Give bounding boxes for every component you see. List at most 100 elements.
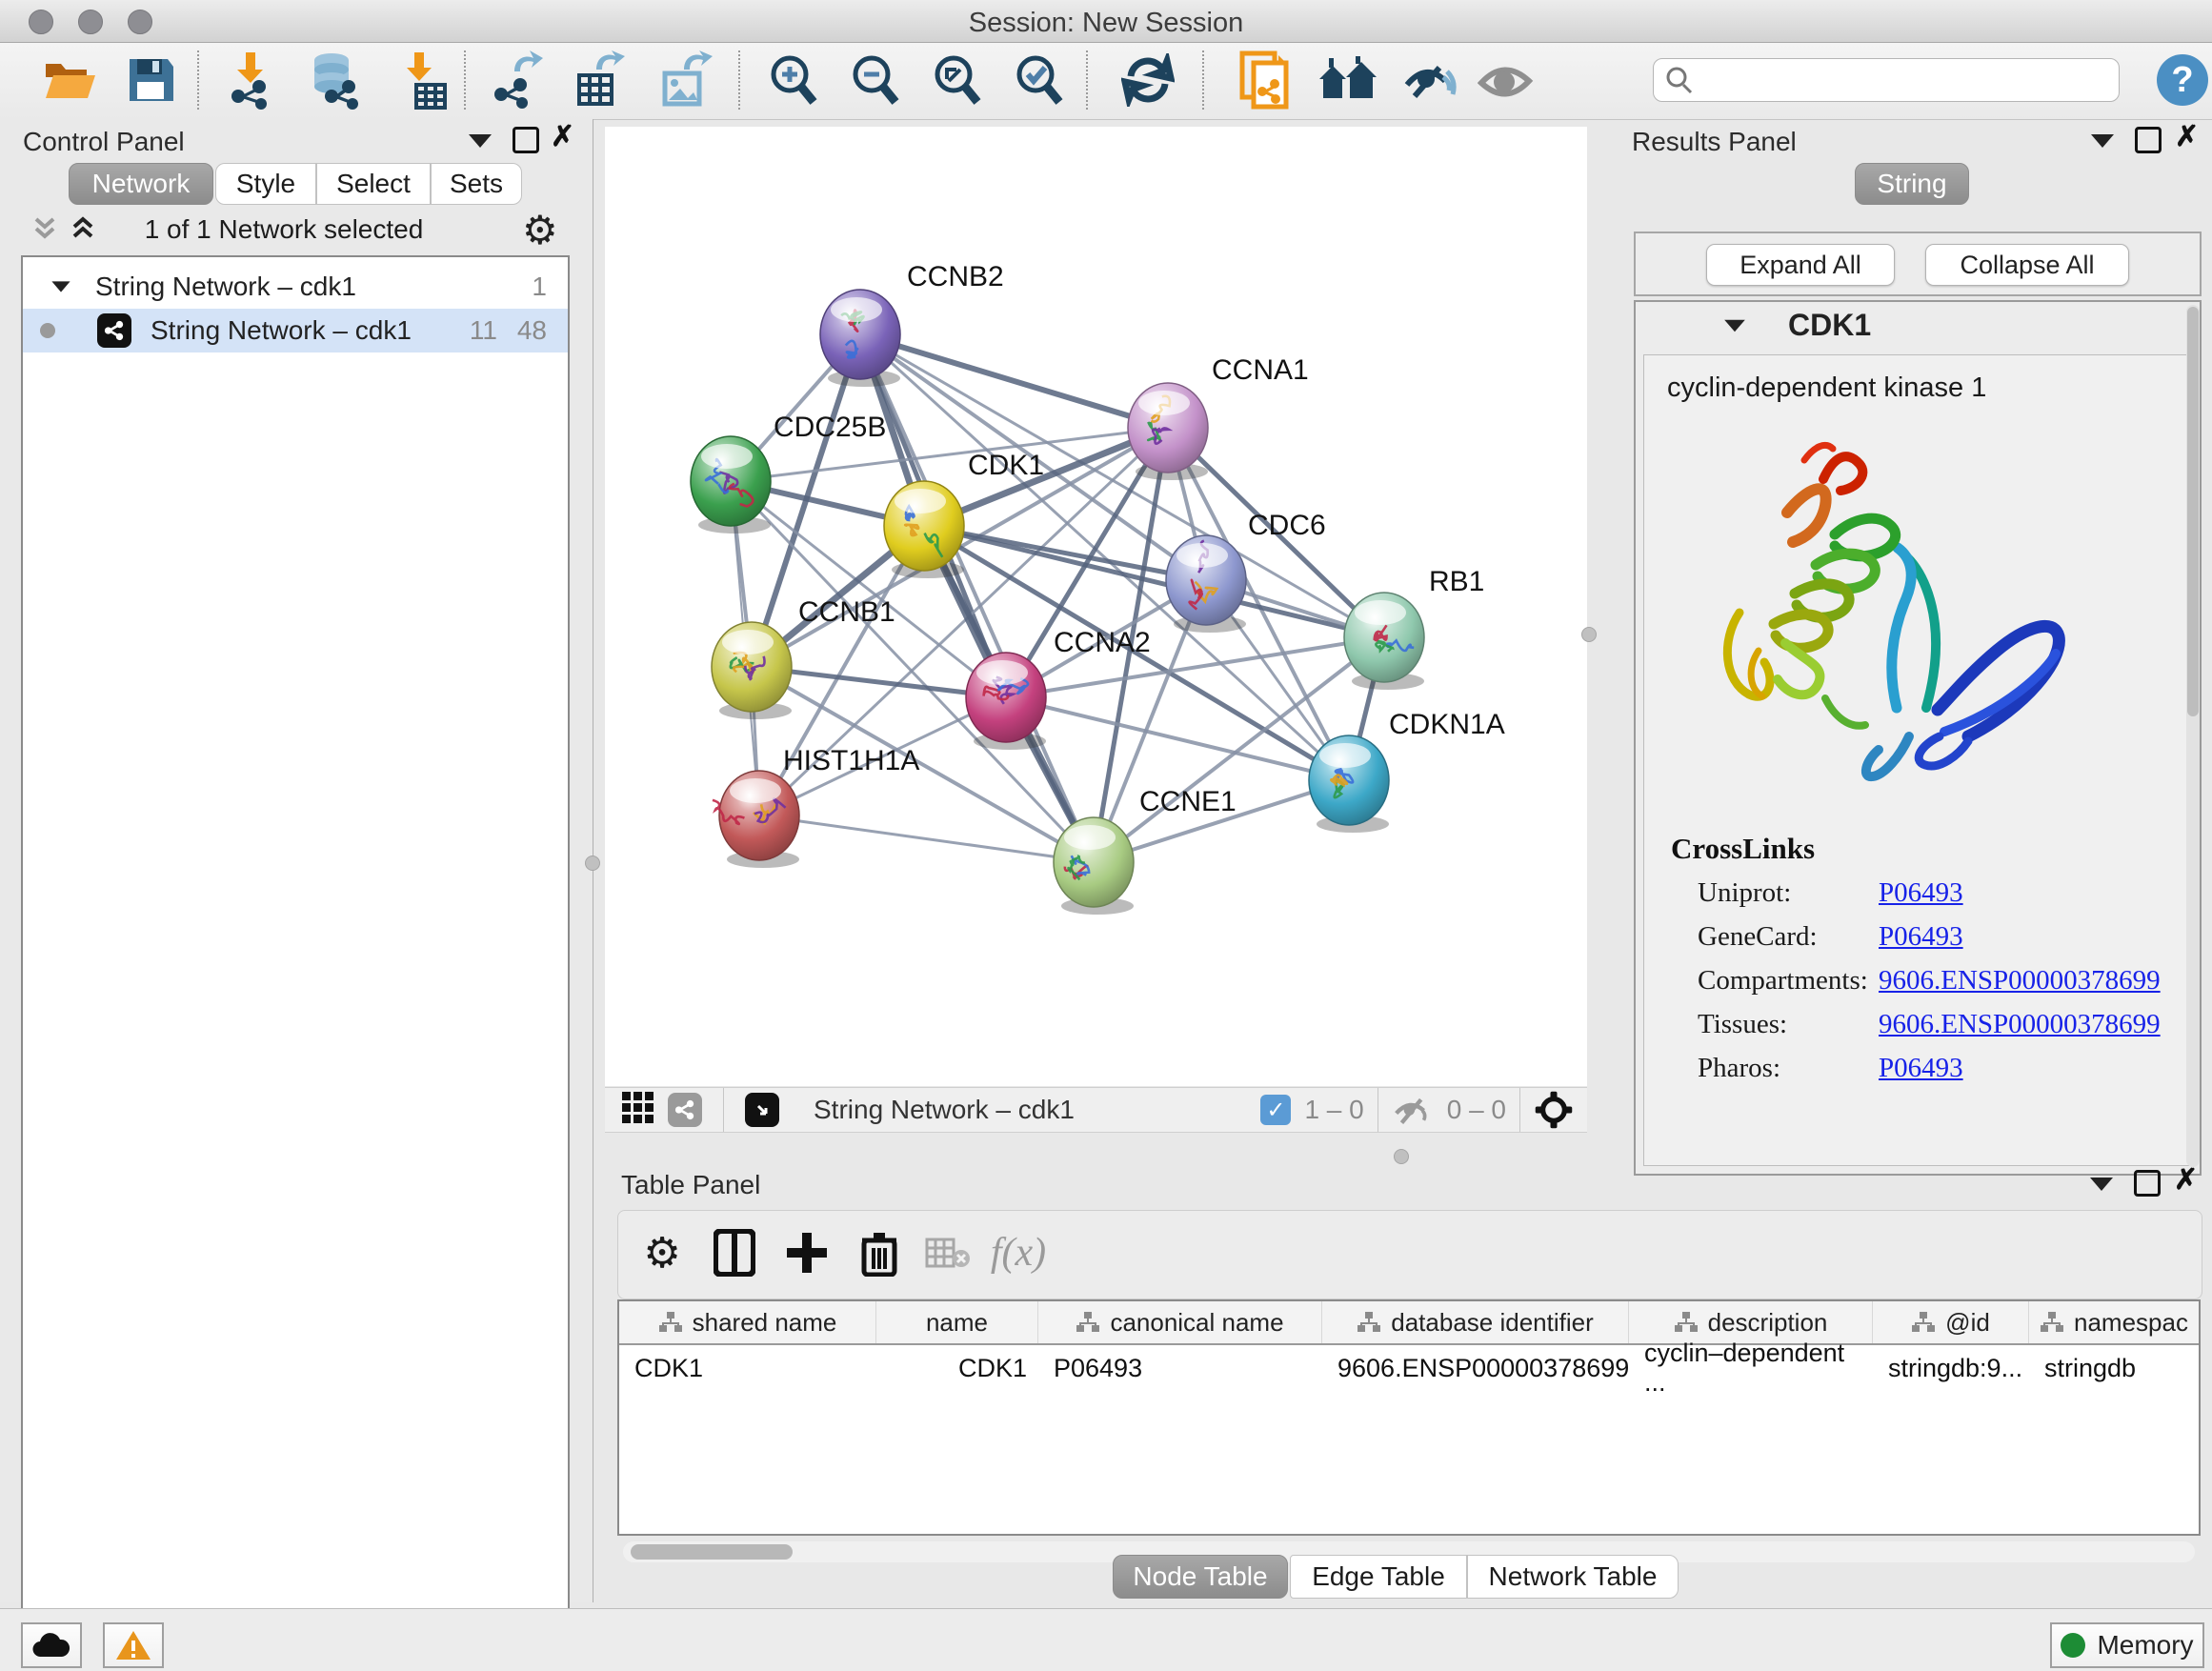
cloud-status-button[interactable] [21,1622,82,1668]
tab-string[interactable]: String [1855,163,1969,205]
crosslink-label: Uniprot: [1698,877,1879,921]
tab-edge-table[interactable]: Edge Table [1290,1555,1467,1599]
network-collection-row[interactable]: String Network – cdk1 1 [23,265,568,309]
network-tree: String Network – cdk1 1 String Network –… [21,255,570,1671]
crosslink-value-link[interactable]: 9606.ENSP00000378699 [1879,1009,2161,1053]
column-header: name [876,1301,1038,1343]
gene-card-body: cyclin-dependent kinase 1 [1643,354,2190,1166]
node-CDC6[interactable]: CDC6 [1166,510,1326,633]
table-row[interactable]: CDK1 CDK1 P06493 9606.ENSP00000378699 cy… [619,1345,2199,1391]
tab-network-table[interactable]: Network Table [1467,1555,1679,1599]
search-input[interactable] [1694,65,2098,96]
warning-icon [115,1629,151,1661]
network-view-toolbar: String Network – cdk1 ✓ 1 – 0 0 – 0 [605,1087,1587,1133]
selected-nodes-checkbox-icon[interactable]: ✓ [1260,1095,1291,1125]
edge-CCNB2-CCNE1[interactable] [860,334,1094,862]
delete-table-icon[interactable] [919,1224,976,1281]
table-options-gear-icon[interactable]: ⚙ [633,1224,691,1281]
results-scrollbar[interactable] [2186,305,2200,1167]
tab-select[interactable]: Select [316,163,431,205]
collapse-all-networks-icon[interactable] [30,216,59,246]
open-in-window-icon[interactable] [745,1093,779,1127]
zoom-fit-icon[interactable] [926,49,989,111]
collapse-all-button[interactable]: Collapse All [1925,244,2129,286]
birds-eye-grid-icon[interactable] [622,1092,654,1129]
import-table-icon[interactable] [391,49,453,111]
warning-status-button[interactable] [103,1622,164,1668]
results-panel: Results Panel ✗ String Expand All Collap… [1615,119,2212,1167]
node-CCNB1[interactable]: CCNB1 [712,596,895,719]
zoom-in-icon[interactable] [762,49,825,111]
node-CCNE1[interactable]: CCNE1 [1054,786,1237,915]
results-panel-menu-icon[interactable] [2091,134,2114,148]
tab-style[interactable]: Style [215,163,316,205]
node-HIST1H1A[interactable]: HIST1H1A [713,745,919,868]
network-view-canvas[interactable]: CCNB2CCNA1CDC25BCDK1CDC6RB1CCNB1CCNA2CDK… [605,127,1587,1086]
edge-HIST1H1A-CCNE1[interactable] [759,815,1094,862]
network-row-label: String Network – cdk1 [151,315,412,346]
network-node-count: 11 [470,315,497,346]
save-session-icon[interactable] [119,49,182,111]
zoom-selected-icon[interactable] [1008,49,1071,111]
network-row-selected[interactable]: String Network – cdk1 11 48 [23,309,568,352]
node-RB1[interactable]: RB1 [1344,566,1484,690]
crosslink-label: Compartments: [1698,965,1879,1009]
control-panel-menu-icon[interactable] [469,134,492,148]
create-column-plus-icon[interactable] [778,1224,835,1281]
bottom-splitter-handle[interactable] [1394,1149,1409,1164]
node-CCNA1[interactable]: CCNA1 [1128,354,1309,480]
node-label-CCNB2: CCNB2 [907,261,1004,292]
import-network-from-database-icon[interactable] [305,49,368,111]
results-panel-float-icon[interactable] [2135,127,2162,153]
hide-unhide-icon[interactable] [1398,49,1461,111]
collection-collapse-icon[interactable] [51,281,70,292]
tab-network[interactable]: Network [69,163,213,205]
crosslink-label: Pharos: [1698,1053,1879,1097]
duplicate-network-icon[interactable] [1234,49,1297,111]
node-CDC25B[interactable]: CDC25B [691,412,886,534]
node-CDKN1A[interactable]: CDKN1A [1309,709,1505,833]
memory-button[interactable]: Memory [2050,1622,2204,1668]
export-network-icon[interactable] [484,49,547,111]
string-network-graph[interactable]: CCNB2CCNA1CDC25BCDK1CDC6RB1CCNB1CCNA2CDK… [605,127,1587,1086]
network-share-icon[interactable] [668,1093,702,1127]
fit-selection-crosshair-icon[interactable] [1534,1090,1574,1130]
import-network-icon[interactable] [219,49,282,111]
home-network-icon[interactable] [1317,49,1379,111]
left-splitter-handle[interactable] [585,856,600,871]
table-panel-menu-icon[interactable] [2090,1178,2113,1191]
delete-column-trash-icon[interactable] [851,1224,908,1281]
crosslink-value-link[interactable]: P06493 [1879,1053,1963,1097]
search-field[interactable] [1653,58,2120,102]
collection-count: 1 [532,272,547,302]
control-panel-close-icon[interactable]: ✗ [551,127,574,148]
node-table[interactable]: shared name name canonical name database… [617,1299,2201,1536]
show-eye-icon[interactable] [1475,49,1538,111]
control-panel-float-icon[interactable] [513,127,539,153]
gene-card-collapse-icon[interactable] [1724,320,1745,332]
tab-sets[interactable]: Sets [431,163,522,205]
edge-CCNB2-CCNA1[interactable] [860,334,1168,428]
expand-all-button[interactable]: Expand All [1706,244,1895,286]
refresh-icon[interactable] [1116,49,1179,111]
crosslink-value-link[interactable]: P06493 [1879,921,1963,965]
table-panel-float-icon[interactable] [2134,1170,2161,1197]
export-table-icon[interactable] [570,49,633,111]
expand-all-networks-icon[interactable] [69,216,97,246]
crosslink-value-link[interactable]: P06493 [1879,877,1963,921]
right-splitter-handle[interactable] [1581,627,1597,642]
tab-node-table[interactable]: Node Table [1113,1555,1288,1599]
open-session-icon[interactable] [38,49,101,111]
export-image-icon[interactable] [655,49,718,111]
gene-symbol: CDK1 [1788,308,1871,343]
node-label-CDC25B: CDC25B [774,412,886,443]
results-panel-close-icon[interactable]: ✗ [2175,127,2199,148]
crosslink-value-link[interactable]: 9606.ENSP00000378699 [1879,965,2161,1009]
help-button[interactable]: ? [2157,54,2208,106]
function-builder-icon[interactable]: f(x) [990,1224,1047,1281]
zoom-out-icon[interactable] [844,49,907,111]
hidden-eye-icon[interactable] [1392,1093,1434,1127]
show-columns-icon[interactable] [706,1224,763,1281]
network-options-gear-icon[interactable]: ⚙ [522,207,558,253]
table-panel-close-icon[interactable]: ✗ [2174,1170,2198,1191]
